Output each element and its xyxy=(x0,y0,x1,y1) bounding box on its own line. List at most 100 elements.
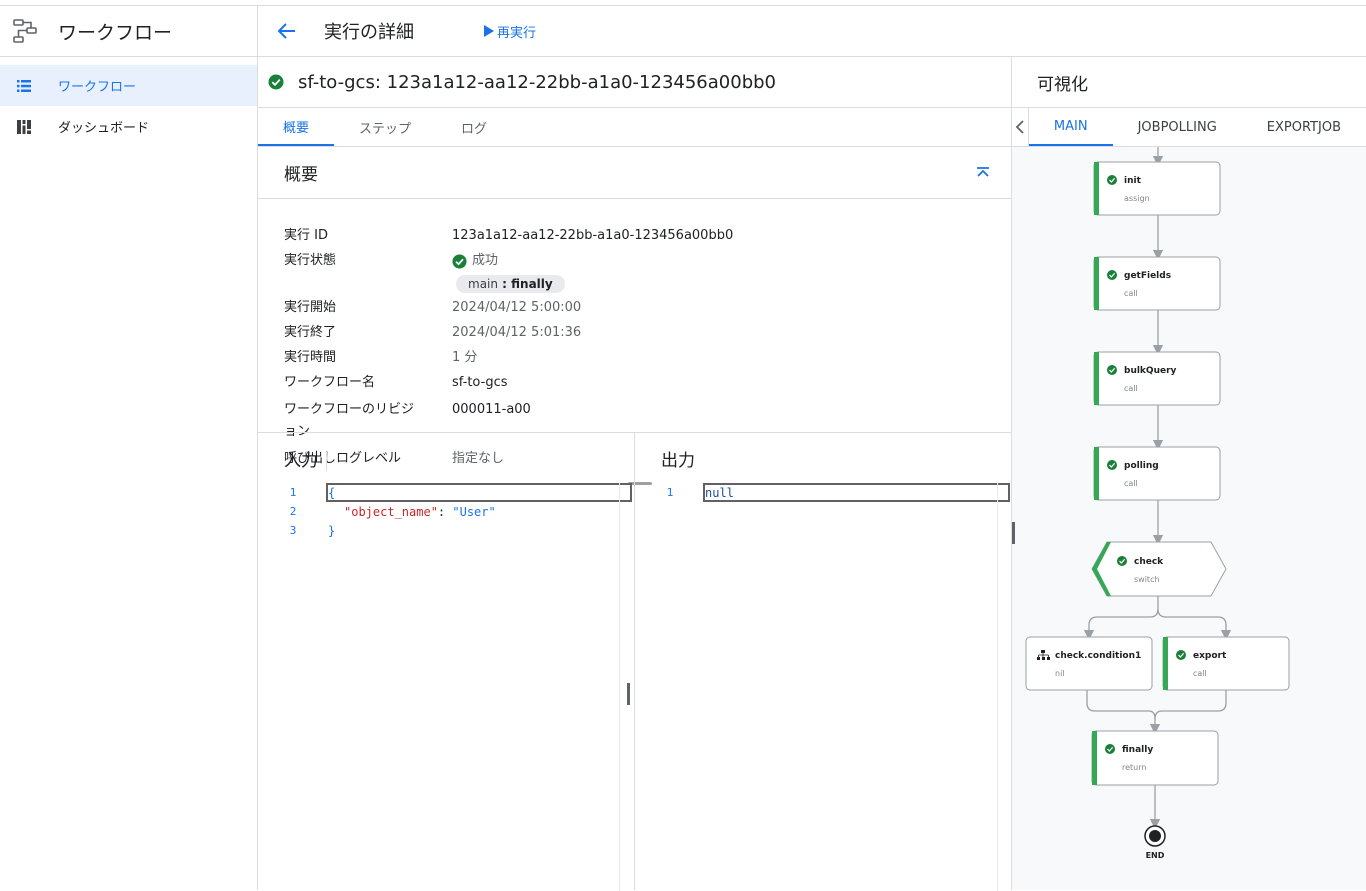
edge xyxy=(1157,608,1232,641)
sidebar-header: ワークフロー xyxy=(0,6,257,57)
node-name: check.condition1 xyxy=(1055,651,1141,661)
node-type: call xyxy=(1124,289,1138,298)
detail-label: 実行終了 xyxy=(284,325,337,340)
execution-header: sf-to-gcs: 123a1a12-aa12-22bb-a1a0-12345… xyxy=(258,57,1011,108)
detail-row-duration: 実行時間 1 分 xyxy=(284,349,1011,367)
tab-main[interactable]: MAIN xyxy=(1028,108,1113,146)
workflow-name-value: sf-to-gcs xyxy=(452,375,508,390)
code-text: } xyxy=(328,523,336,538)
sidebar-item-label: ワークフロー xyxy=(58,80,137,95)
graph-node-finally[interactable]: finally return xyxy=(1091,730,1219,786)
edge xyxy=(1154,690,1227,720)
status-value: 成功 xyxy=(452,252,498,270)
input-title: 入力 xyxy=(284,450,318,471)
page-title: 実行の詳細 xyxy=(324,22,414,43)
node-name: finally xyxy=(1122,745,1153,755)
visualization-panel: 可視化 MAIN JOBPOLLING EXPORTJOB init assig… xyxy=(1012,57,1366,890)
execution-id-value: 123a1a12-aa12-22bb-a1a0-123456a00bb0 xyxy=(452,228,734,243)
sidebar-item-workflows[interactable]: ワークフロー xyxy=(0,65,257,106)
line-number: 3 xyxy=(289,524,297,537)
graph-node-bulkquery[interactable]: bulkQuery call xyxy=(1093,351,1221,406)
rerun-button[interactable]: 再実行 xyxy=(484,22,536,41)
start-time-value: 2024/04/12 5:00:00 xyxy=(452,300,582,315)
sidebar: ワークフロー ワークフロー ダッシュボード xyxy=(0,6,258,890)
node-name: bulkQuery xyxy=(1124,366,1177,376)
node-name: export xyxy=(1193,651,1227,661)
code-text: "object_name": "User" xyxy=(328,505,496,519)
sidebar-item-dashboard[interactable]: ダッシュボード xyxy=(0,106,257,147)
graph-node-export[interactable]: export call xyxy=(1162,636,1290,691)
tab-steps[interactable]: ステップ xyxy=(334,108,436,146)
execution-title: sf-to-gcs: 123a1a12-aa12-22bb-a1a0-12345… xyxy=(298,71,777,93)
chevron-left-icon xyxy=(1015,120,1024,134)
play-icon xyxy=(484,25,494,37)
back-arrow-icon[interactable] xyxy=(276,20,298,42)
graph-node-getfields[interactable]: getFields call xyxy=(1093,256,1221,311)
status-text: 成功 xyxy=(472,253,499,268)
output-pane: 出力 1 null xyxy=(635,433,1012,891)
chip-step: : finally xyxy=(497,277,553,291)
graph-node-init[interactable]: init assign xyxy=(1093,161,1221,216)
detail-row-start: 実行開始 2024/04/12 5:00:00 xyxy=(284,299,1011,317)
tabs-scroll-left-button[interactable] xyxy=(1012,108,1029,146)
workflow-graph[interactable]: init assign getFields call bulkQuery cal… xyxy=(1012,147,1366,890)
line-number: 1 xyxy=(289,486,297,499)
collapse-icon[interactable] xyxy=(975,165,991,181)
line-number: 2 xyxy=(289,505,297,518)
input-editor[interactable]: 1 { 2 "object_name": "User" 3 } xyxy=(258,452,634,540)
io-panels: 入力 1 { 2 "object_name": "User" 3 } 出力 1 … xyxy=(258,432,1012,891)
node-name: init xyxy=(1124,176,1142,186)
code-line: 2 "object_name": "User" xyxy=(258,502,634,521)
editor-scroll-rail xyxy=(619,483,620,891)
node-type: call xyxy=(1124,479,1138,488)
sidebar-item-label: ダッシュボード xyxy=(58,121,150,136)
graph-node-polling[interactable]: polling call xyxy=(1093,446,1221,501)
edge xyxy=(1083,596,1159,641)
tab-jobpolling[interactable]: JOBPOLLING xyxy=(1113,108,1242,146)
output-editor[interactable]: 1 null xyxy=(635,483,1012,502)
visualization-tabs: MAIN JOBPOLLING EXPORTJOB xyxy=(1012,108,1366,147)
editor-scroll-rail xyxy=(997,483,998,891)
rerun-label: 再実行 xyxy=(497,25,537,41)
execution-tabs: 概要 ステップ ログ xyxy=(258,108,1011,147)
duration-value: 1 分 xyxy=(452,350,478,365)
current-step-chip: main : finally xyxy=(456,275,565,293)
output-title: 出力 xyxy=(661,450,695,471)
json-value: "User" xyxy=(452,504,496,519)
node-name: check xyxy=(1134,557,1164,567)
detail-row-end: 実行終了 2024/04/12 5:01:36 xyxy=(284,324,1011,342)
sidebar-title: ワークフロー xyxy=(58,21,173,44)
node-name: polling xyxy=(1124,461,1159,471)
detail-row-status: 実行状態 成功 xyxy=(284,252,1011,270)
summary-header: 概要 xyxy=(258,147,1011,199)
tab-logs[interactable]: ログ xyxy=(436,108,512,146)
vertical-scrollbar[interactable] xyxy=(627,683,630,705)
detail-row-workflow: ワークフロー名 sf-to-gcs xyxy=(284,374,1011,392)
indent-guide xyxy=(326,452,327,471)
graph-node-check-condition1[interactable]: check.condition1 nil xyxy=(1025,636,1153,691)
success-check-icon xyxy=(452,253,467,269)
json-key: "object_name" xyxy=(344,504,438,519)
tab-summary[interactable]: 概要 xyxy=(258,108,335,146)
detail-label: 実行開始 xyxy=(284,300,337,315)
cursor-line-highlight xyxy=(703,483,1010,502)
end-label: END xyxy=(1146,851,1165,860)
visualization-title: 可視化 xyxy=(1012,57,1366,108)
tab-exportjob[interactable]: EXPORTJOB xyxy=(1242,108,1366,146)
dashboard-icon xyxy=(17,119,31,134)
node-type: switch xyxy=(1134,575,1160,584)
node-type: return xyxy=(1122,763,1146,772)
workflows-logo-icon xyxy=(13,19,37,43)
graph-end-node: END xyxy=(1144,825,1166,860)
execution-panel: sf-to-gcs: 123a1a12-aa12-22bb-a1a0-12345… xyxy=(258,57,1012,891)
node-type: call xyxy=(1124,384,1138,393)
json-separator: : xyxy=(437,504,453,519)
detail-label: 実行 ID xyxy=(284,228,328,243)
graph-node-check[interactable]: check switch xyxy=(1091,541,1227,597)
detail-label: 実行時間 xyxy=(284,350,337,365)
detail-label: 実行状態 xyxy=(284,253,337,268)
detail-row-id: 実行 ID 123a1a12-aa12-22bb-a1a0-123456a00b… xyxy=(284,227,1011,245)
node-name: getFields xyxy=(1124,271,1171,281)
detail-label: ワークフロー名 xyxy=(284,375,376,390)
main-area: 実行の詳細 再実行 sf-to-gcs: 123a1a12-aa12-22bb-… xyxy=(258,6,1366,891)
